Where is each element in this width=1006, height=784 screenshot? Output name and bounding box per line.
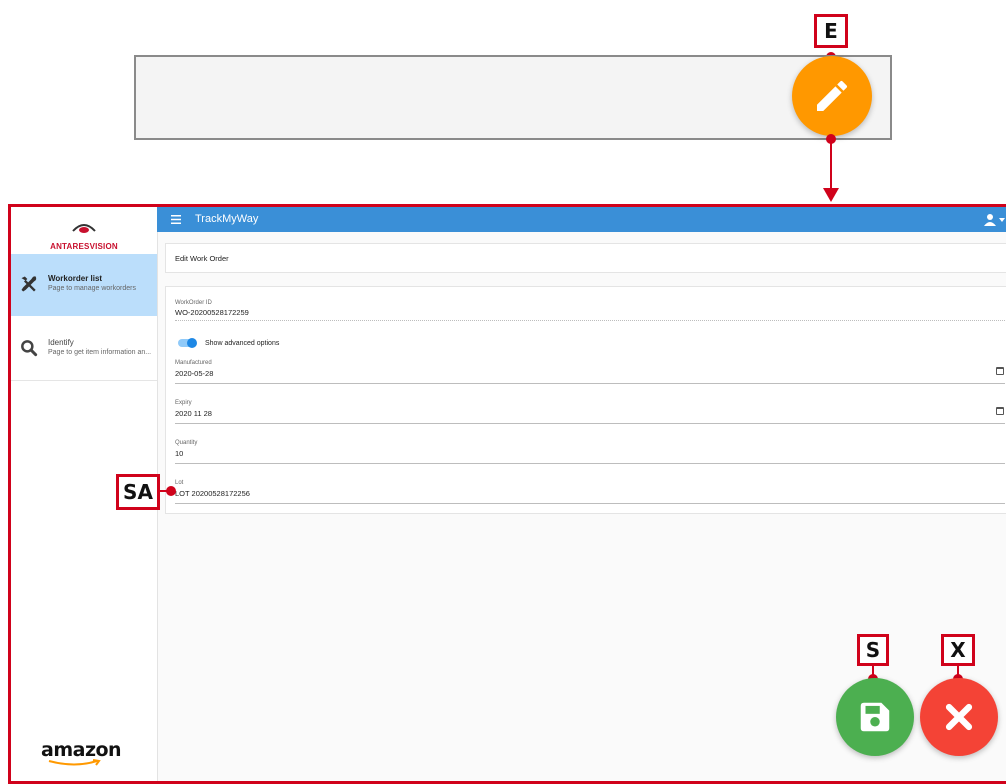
workorder-id-value: WO-20200528172259 [175, 308, 249, 317]
callout-e: E [814, 14, 848, 48]
callout-sa-dot [166, 486, 176, 496]
connector-line [830, 140, 832, 192]
manufactured-input[interactable]: 2020-05-28 [175, 369, 213, 378]
lot-label: Lot [175, 480, 184, 486]
user-icon[interactable] [984, 213, 1006, 226]
sidebar-item-workorder-list[interactable]: Workorder list Page to manage workorders [11, 254, 157, 316]
workorder-id-label: WorkOrder ID [175, 300, 212, 306]
callout-x: X [941, 634, 975, 666]
sidebar-item-label: Identify [48, 338, 74, 347]
sidebar-item-label: Workorder list [48, 274, 103, 283]
workorder-id-underline [175, 320, 1005, 321]
manufactured-underline [175, 383, 1005, 384]
quantity-underline [175, 463, 1005, 464]
top-app-bar: TrackMyWay [157, 207, 1006, 232]
lot-underline [175, 503, 1005, 504]
close-icon [945, 703, 973, 731]
cancel-fab-button[interactable] [920, 678, 998, 756]
callout-sa: SA [116, 474, 160, 510]
floppy-disk-icon [860, 702, 890, 732]
sidebar-item-subtitle: Page to get item information an... [48, 349, 152, 356]
calendar-icon[interactable] [996, 407, 1004, 415]
preview-panel [134, 55, 892, 140]
edit-fab-button[interactable] [792, 56, 872, 136]
toggle-knob [187, 338, 197, 348]
amazon-logo: amazon [41, 739, 122, 766]
advanced-options-label: Show advanced options [205, 340, 280, 347]
expiry-label: Expiry [175, 400, 192, 406]
amazon-smile-icon [48, 759, 101, 766]
quantity-label: Quantity [175, 440, 198, 446]
pencil-icon [817, 80, 848, 111]
callout-s: S [857, 634, 889, 666]
lot-input[interactable]: LOT 20200528172256 [175, 489, 250, 498]
calendar-icon[interactable] [996, 367, 1004, 375]
page-title: Edit Work Order [175, 254, 229, 263]
expiry-underline [175, 423, 1005, 424]
manufactured-label: Manufactured [175, 360, 212, 366]
logo-text: ANTARESVISION [50, 242, 118, 251]
sidebar-item-subtitle: Page to manage workorders [48, 285, 136, 292]
app-title: TrackMyWay [195, 213, 259, 225]
advanced-options-toggle[interactable] [178, 338, 197, 348]
search-icon [21, 340, 38, 357]
hamburger-icon[interactable] [171, 215, 181, 224]
save-fab-button[interactable] [836, 678, 914, 756]
sidebar-item-identify[interactable]: Identify Page to get item information an… [11, 318, 157, 381]
antares-logo-icon [72, 224, 96, 233]
tools-icon [21, 276, 37, 292]
antares-logo: ANTARESVISION [11, 221, 157, 251]
form-card: WorkOrder ID WO-20200528172259 Show adva… [165, 286, 1006, 514]
header-card: Edit Work Order [165, 243, 1006, 273]
amazon-logo-text: amazon [41, 739, 122, 761]
quantity-input[interactable]: 10 [175, 449, 183, 458]
expiry-input[interactable]: 2020 11 28 [175, 409, 212, 418]
connector-arrowhead [823, 188, 839, 202]
